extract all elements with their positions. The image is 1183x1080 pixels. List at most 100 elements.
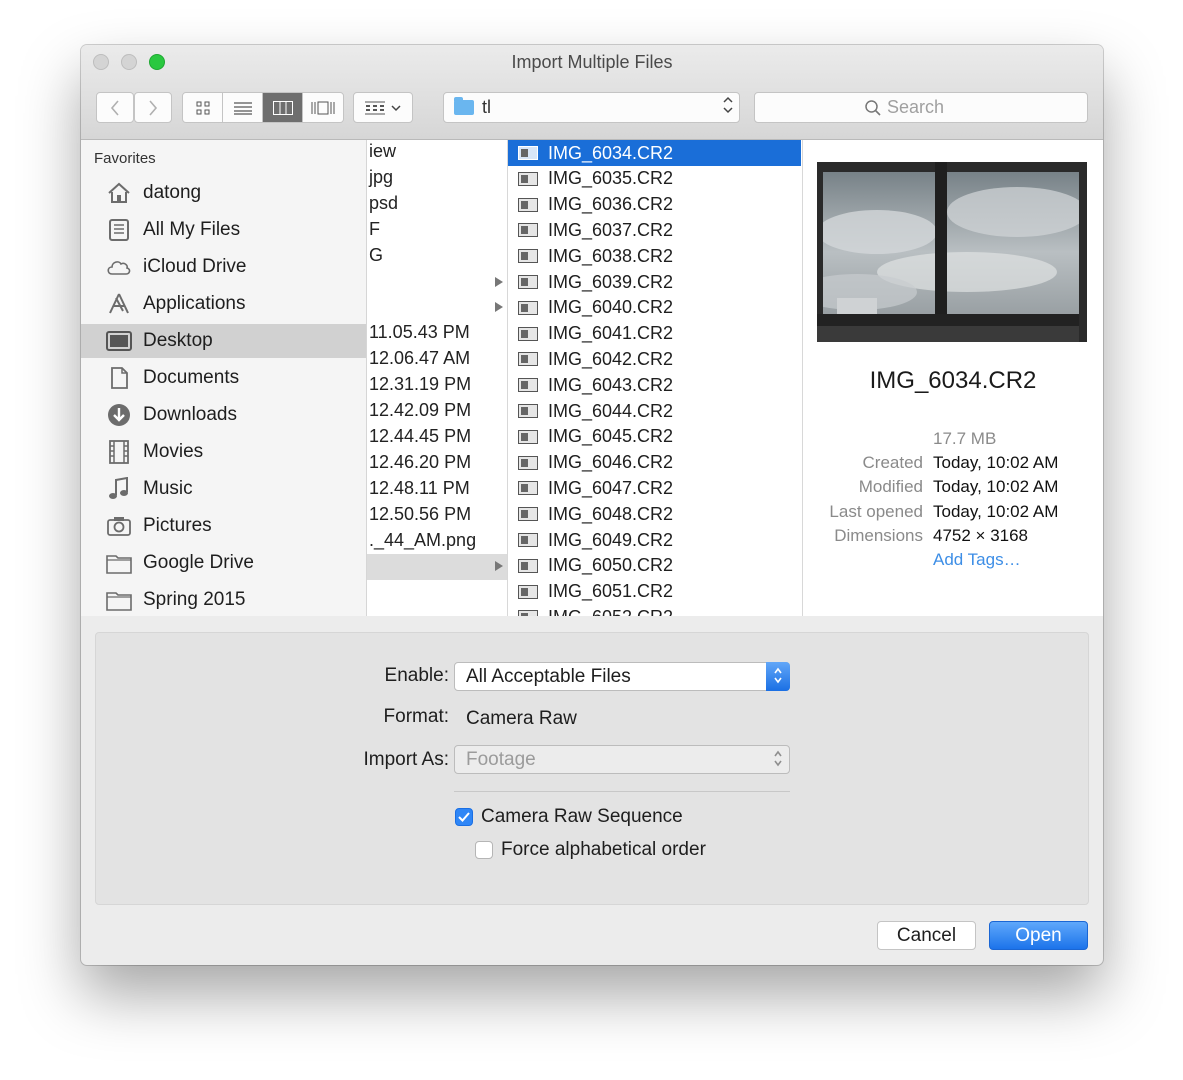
file-name: IMG_6037.CR2 [548,219,674,240]
sidebar-item-downloads[interactable]: Downloads [81,398,366,432]
parent-list-item-label: ._44_AM.png [369,529,477,550]
column-view-button[interactable] [263,93,303,122]
path-popup[interactable]: tl [443,92,740,123]
back-button[interactable] [96,92,134,123]
sidebar-item-spring-2015[interactable]: Spring 2015 [81,583,366,616]
sidebar-item-label: iCloud Drive [143,256,247,277]
file-list-item[interactable]: IMG_6035.CR2 [508,166,801,192]
enable-value: All Acceptable Files [466,666,631,687]
file-list-item[interactable]: IMG_6039.CR2 [508,269,801,295]
applications-icon [105,290,133,318]
parent-list-item[interactable] [367,270,507,296]
chevron-right-icon [149,99,158,116]
list-view-button[interactable] [223,93,263,122]
file-list-item[interactable]: IMG_6041.CR2 [508,321,801,347]
search-field[interactable]: Search [754,92,1088,123]
enable-popup[interactable]: All Acceptable Files [454,662,790,691]
cancel-button[interactable]: Cancel [877,921,976,950]
sidebar-item-applications[interactable]: Applications [81,287,366,321]
file-name: IMG_6034.CR2 [548,142,674,163]
sidebar-item-pictures[interactable]: Pictures [81,509,366,543]
file-list-item[interactable]: IMG_6048.CR2 [508,501,801,527]
documents-icon [105,364,133,392]
parent-list-item[interactable]: 12.31.19 PM [367,373,507,399]
sidebar-item-label: datong [143,182,202,203]
file-name: IMG_6035.CR2 [548,168,674,189]
parent-list-item-label: 12.50.56 PM [369,503,472,524]
icon-view-button[interactable] [183,93,223,122]
parent-list-item[interactable]: psd [367,192,507,218]
sidebar-item-google-drive[interactable]: Google Drive [81,546,366,580]
raw-image-file-icon [518,404,538,418]
file-list-item[interactable]: IMG_6040.CR2 [508,295,801,321]
file-name: IMG_6050.CR2 [548,555,674,576]
preview-dimensions: Dimensions 4752 × 3168 [803,526,1103,550]
raw-image-file-icon [518,429,538,444]
parent-list-item-label: 12.42.09 PM [369,400,472,420]
search-icon [865,99,881,116]
parent-list-item[interactable]: 12.42.09 PM [367,399,507,425]
import-as-popup[interactable]: Footage [454,745,790,774]
enable-label: Enable: [384,665,449,686]
force-alphabetical-label[interactable]: Force alphabetical order [501,839,706,861]
parent-list-item[interactable]: F [367,218,507,244]
parent-list-item[interactable] [367,554,507,581]
parent-list-item-label: 12.48.11 PM [369,477,470,498]
preview-last-opened: Last opened Today, 10:02 AM [803,502,1103,526]
cover-flow-button[interactable] [303,93,343,122]
arrange-button[interactable] [353,92,413,123]
file-list-item[interactable]: IMG_6050.CR2 [508,553,801,579]
file-list-item[interactable]: IMG_6044.CR2 [508,398,801,424]
file-list-item[interactable]: IMG_6047.CR2 [508,475,801,501]
icon-view-icon [196,101,209,114]
file-list-item[interactable]: IMG_6036.CR2 [508,192,801,218]
file-list-item[interactable]: IMG_6042.CR2 [508,346,801,372]
parent-list-item-label: 12.44.45 PM [369,425,472,446]
parent-list-item[interactable]: ._44_AM.png [367,529,507,555]
file-list-item[interactable]: IMG_6052.CR2 [508,604,801,616]
parent-list-item-label: G [369,244,384,265]
sidebar-item-datong[interactable]: datong [81,176,366,210]
camera-raw-sequence-checkbox[interactable] [455,808,473,826]
parent-list-item[interactable]: jpg [367,166,507,192]
home-icon [105,179,133,207]
parent-list-item[interactable]: 12.44.45 PM [367,425,507,451]
raw-image-file-icon [518,507,538,522]
forward-button[interactable] [134,92,172,123]
file-list-item[interactable]: IMG_6043.CR2 [508,372,801,398]
parent-list-item[interactable]: 11.05.43 PM [367,321,507,347]
camera-raw-sequence-label[interactable]: Camera Raw Sequence [481,806,683,828]
sidebar-item-all-my-files[interactable]: All My Files [81,213,366,247]
parent-list-item[interactable]: 12.48.11 PM [367,477,507,503]
parent-list-item-label: 12.31.19 PM [369,374,472,395]
parent-list-item[interactable]: 12.50.56 PM [367,503,507,529]
file-list-item[interactable]: IMG_6037.CR2 [508,217,801,243]
sidebar-item-documents[interactable]: Documents [81,361,366,395]
parent-list-item[interactable]: G [367,244,507,270]
sidebar-item-desktop[interactable]: Desktop [81,324,366,358]
sidebar-item-movies[interactable]: Movies [81,435,366,469]
open-button[interactable]: Open [989,921,1088,950]
file-list-item[interactable]: IMG_6045.CR2 [508,424,801,450]
file-list-item[interactable]: IMG_6051.CR2 [508,579,801,605]
file-list-item[interactable]: IMG_6046.CR2 [508,450,801,476]
parent-list-item-label: 12.46.20 PM [369,451,472,472]
force-alphabetical-checkbox[interactable] [475,841,493,859]
file-name: IMG_6039.CR2 [548,271,674,292]
file-list-item[interactable]: IMG_6034.CR2 [508,140,801,166]
sidebar-item-music[interactable]: Music [81,472,366,506]
preview-filename: IMG_6034.CR2 [869,367,1037,394]
parent-list-item[interactable]: 12.06.47 AM [367,347,507,373]
add-tags-link[interactable]: Add Tags… [933,550,1021,570]
dimensions-label: Dimensions [834,526,923,545]
parent-list-item-label: psd [369,192,399,213]
file-list-item[interactable]: IMG_6038.CR2 [508,243,801,269]
file-list-column: IMG_6034.CR2 IMG_6035.CR2 IMG_6036.CR2 IMG_… [508,140,803,616]
file-name: IMG_6048.CR2 [548,503,674,524]
parent-list-item[interactable] [367,295,507,321]
sidebar-item-label: Downloads [143,404,237,425]
parent-list-item[interactable]: 12.46.20 PM [367,451,507,477]
parent-list-item[interactable]: iew [367,140,507,166]
file-list-item[interactable]: IMG_6049.CR2 [508,527,801,553]
sidebar-item-icloud-drive[interactable]: iCloud Drive [81,250,366,284]
